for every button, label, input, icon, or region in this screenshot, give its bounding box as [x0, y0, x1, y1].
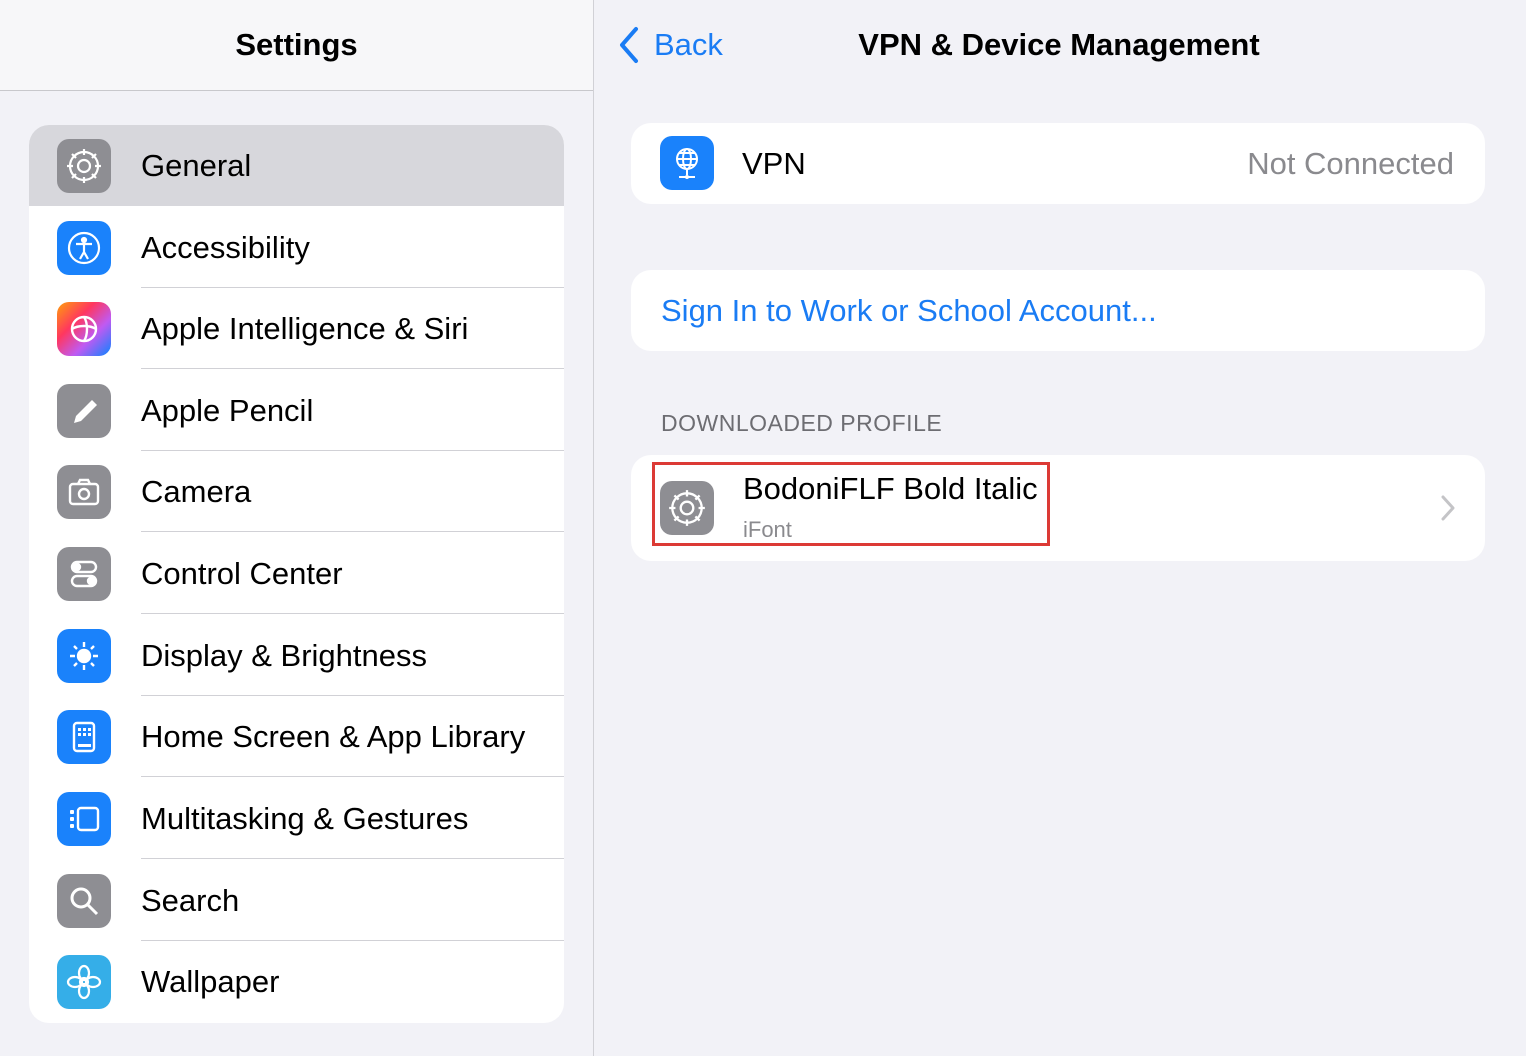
divider [141, 531, 564, 532]
sidebar-item-multitasking[interactable]: Multitasking & Gestures [29, 778, 564, 859]
sidebar-item-search[interactable]: Search [29, 860, 564, 941]
sidebar-item-label: Apple Pencil [141, 393, 314, 428]
divider [141, 858, 564, 859]
divider [141, 613, 564, 614]
pencil-icon [57, 384, 111, 438]
vpn-status: Not Connected [1247, 146, 1454, 181]
signin-row[interactable]: Sign In to Work or School Account... [631, 270, 1485, 351]
sidebar-item-label: General [141, 148, 252, 183]
camera-icon [57, 465, 111, 519]
apple-intelligence-icon [57, 302, 111, 356]
detail-pane: VPN & Device Management Back VPN Not Con… [594, 0, 1526, 1056]
section-header: DOWNLOADED PROFILE [661, 410, 943, 436]
sidebar: Settings General Accessibility Apple Int… [0, 0, 594, 1056]
chevron-right-icon [1441, 495, 1455, 521]
signin-link[interactable]: Sign In to Work or School Account... [661, 270, 1157, 351]
sidebar-item-label: Display & Brightness [141, 638, 428, 673]
gear-icon [57, 139, 111, 193]
sidebar-item-label: Control Center [141, 556, 343, 591]
multitasking-icon [57, 792, 111, 846]
sidebar-item-wallpaper[interactable]: Wallpaper [29, 941, 564, 1022]
sidebar-item-home-screen[interactable]: Home Screen & App Library [29, 696, 564, 777]
sidebar-item-accessibility[interactable]: Accessibility [29, 207, 564, 288]
divider [141, 368, 564, 369]
sidebar-item-label: Accessibility [141, 230, 310, 265]
highlight-box [652, 462, 1050, 546]
sidebar-item-control-center[interactable]: Control Center [29, 533, 564, 614]
accessibility-icon [57, 221, 111, 275]
sidebar-item-label: Home Screen & App Library [141, 719, 526, 754]
sidebar-item-display-brightness[interactable]: Display & Brightness [29, 615, 564, 696]
sidebar-item-label: Search [141, 883, 240, 918]
back-label: Back [654, 27, 723, 62]
sidebar-item-label: Multitasking & Gestures [141, 801, 469, 836]
sidebar-item-label: Apple Intelligence & Siri [141, 311, 469, 346]
vpn-row[interactable]: VPN Not Connected [631, 123, 1485, 204]
sidebar-header: Settings [0, 0, 593, 91]
divider [141, 776, 564, 777]
sidebar-item-label: Wallpaper [141, 964, 280, 999]
sidebar-item-general[interactable]: General [29, 125, 564, 206]
settings-list: General Accessibility Apple Intelligence… [29, 125, 564, 1023]
globe-network-icon [660, 136, 714, 190]
sun-icon [57, 629, 111, 683]
flower-icon [57, 955, 111, 1009]
profile-row[interactable]: BodoniFLF Bold Italic iFont [631, 455, 1485, 561]
chevron-left-icon [620, 27, 638, 63]
sidebar-item-apple-pencil[interactable]: Apple Pencil [29, 370, 564, 451]
sidebar-title: Settings [235, 27, 358, 62]
magnifier-icon [57, 874, 111, 928]
home-screen-icon [57, 710, 111, 764]
sidebar-item-apple-intelligence-siri[interactable]: Apple Intelligence & Siri [29, 288, 564, 369]
toggles-icon [57, 547, 111, 601]
page-title: VPN & Device Management [858, 27, 1260, 62]
vpn-label: VPN [742, 146, 806, 181]
sidebar-item-camera[interactable]: Camera [29, 451, 564, 532]
sidebar-item-label: Camera [141, 474, 252, 509]
back-button[interactable]: Back [616, 22, 723, 68]
